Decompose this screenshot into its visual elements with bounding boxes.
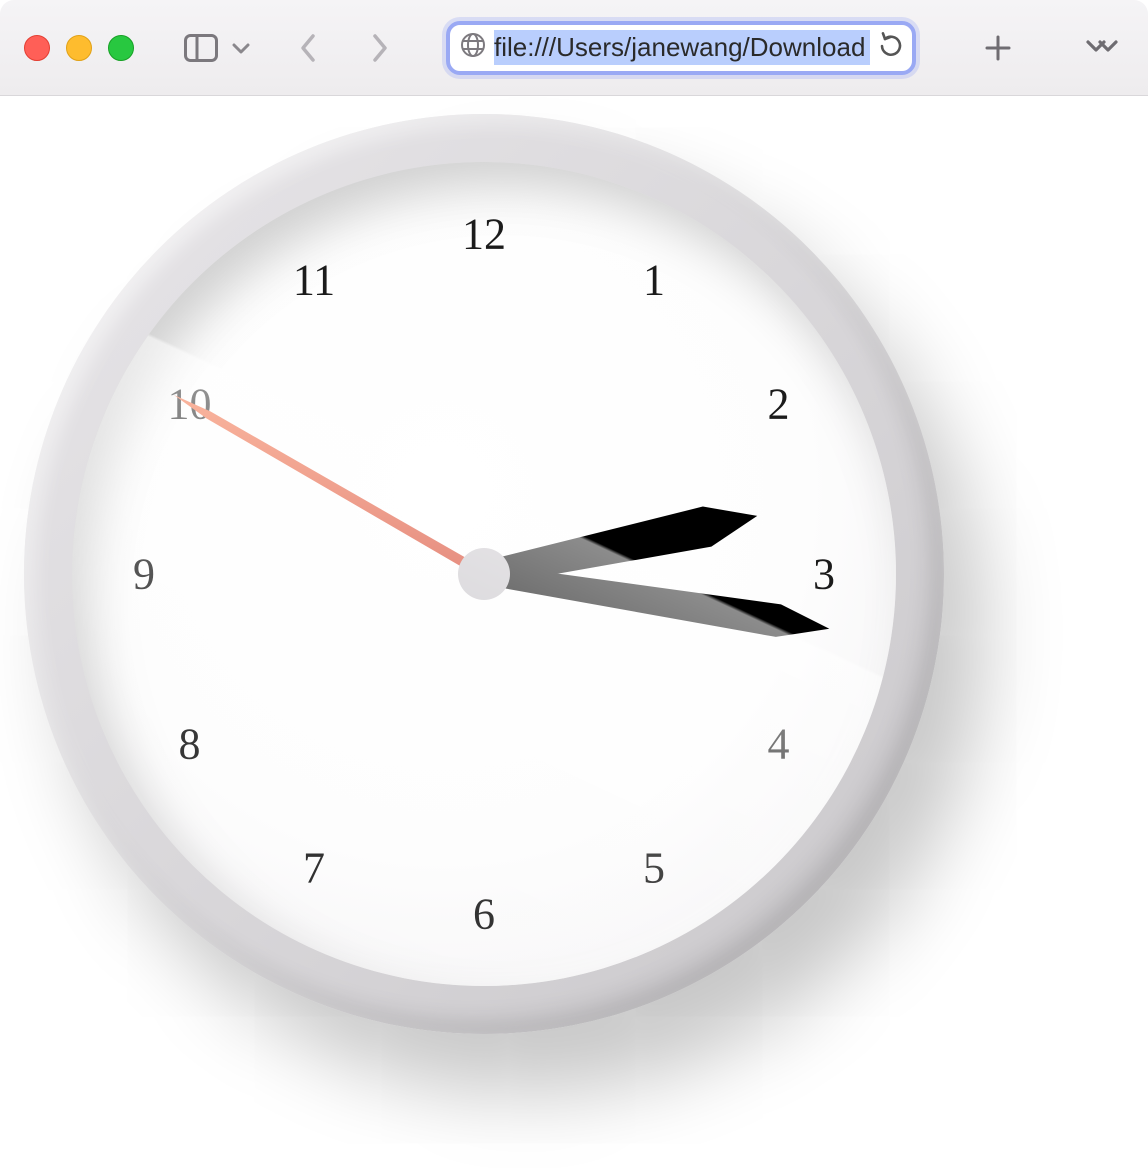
close-window-button[interactable] — [24, 35, 50, 61]
navigation-group — [292, 26, 396, 70]
address-bar-text[interactable]: file:///Users/janewang/Download — [494, 30, 870, 65]
address-bar[interactable]: file:///Users/janewang/Download — [446, 21, 916, 75]
new-tab-button[interactable] — [978, 28, 1018, 68]
clock-hands — [72, 162, 896, 986]
window-controls — [24, 35, 134, 61]
minimize-window-button[interactable] — [66, 35, 92, 61]
globe-icon — [460, 32, 486, 63]
sidebar-toggle-icon[interactable] — [178, 28, 224, 68]
overflow-icon[interactable] — [1078, 32, 1124, 64]
clock-rim: 121234567891011 — [24, 114, 944, 1034]
back-button[interactable] — [292, 26, 324, 70]
toolbar-right-group — [954, 28, 1124, 68]
clock-hub — [458, 548, 510, 600]
chevron-down-icon[interactable] — [226, 36, 256, 60]
second-hand — [171, 391, 486, 579]
reload-icon[interactable] — [878, 32, 902, 63]
forward-button[interactable] — [364, 26, 396, 70]
browser-chrome: file:///Users/janewang/Download — [0, 0, 1148, 96]
clock-face: 121234567891011 — [72, 162, 896, 986]
minute-hand — [481, 558, 830, 644]
page-content: 121234567891011 — [0, 96, 1148, 1168]
zoom-window-button[interactable] — [108, 35, 134, 61]
sidebar-button-group — [178, 28, 256, 68]
analog-clock: 121234567891011 — [24, 114, 944, 1034]
